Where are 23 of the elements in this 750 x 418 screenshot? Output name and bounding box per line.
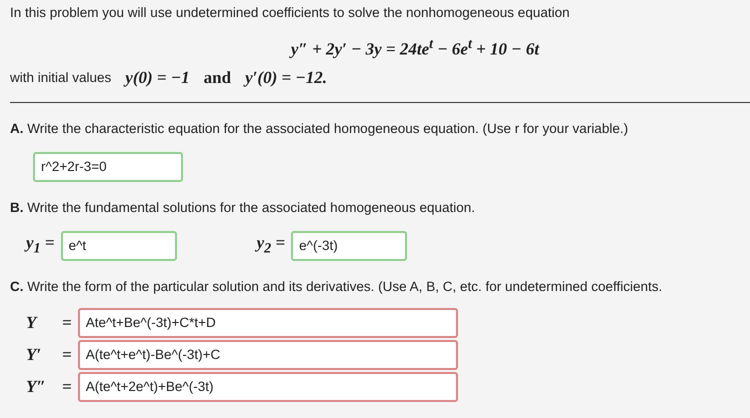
solution-label: y$_{2}$ = [256,233,286,258]
and-label: and [204,68,232,88]
answer-field[interactable]: Ate^t+Be^(-3t)+C*t+D [78,308,458,338]
function-label: Y″ [26,376,47,397]
initial-value: y′(0) = −12. [245,68,327,88]
function-label: Y [26,312,39,333]
question-text: C. Write the form of the particular solution and its derivatives. (Use A, B, C, etc. for undetermined coefficients. [10,278,664,294]
problem-text: In this problem you will use undetermined coefficients to solve the nonhomogeneous equation [10,4,571,22]
solution-label: y$_{1}$ = [26,233,55,258]
equation: y″ + 2y′ − 3y = 24te$^{t}$ − 6e$^{t}$ + 10 − 6t [290,36,540,60]
initial-values-label: with initial values [10,70,112,86]
answer-field[interactable]: e^(-3t) [291,230,408,261]
equals-sign: = [62,312,72,333]
answer-field[interactable]: A(te^t+e^t)-Be^(-3t)+C [78,340,458,370]
function-label: Y′ [26,344,42,365]
initial-value: y(0) = −1 [125,68,190,88]
answer-field[interactable]: e^t [60,230,177,261]
question-text: B. Write the fundamental solutions for the associated homogeneous equation. [10,200,476,215]
equals-sign: = [62,344,72,365]
answer-field[interactable]: r^2+2r-3=0 [33,152,183,182]
answer-field[interactable]: A(te^t+2e^t)+Be^(-3t) [78,372,458,402]
equals-sign: = [62,376,72,397]
question-text: A. Write the characteristic equation for the associated homogeneous equation. (Use r for your variable.) [10,120,630,136]
